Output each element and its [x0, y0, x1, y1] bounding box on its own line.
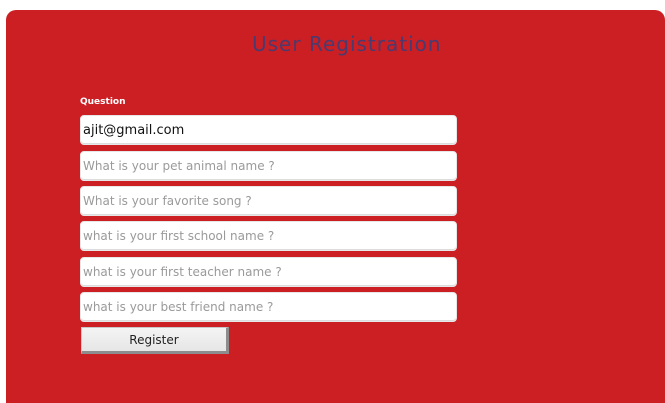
first-teacher-question-input[interactable]: [80, 257, 457, 287]
email-field[interactable]: [80, 115, 457, 145]
favorite-song-question-input[interactable]: [80, 186, 457, 216]
question-label: Question: [80, 97, 126, 107]
pet-animal-question-input[interactable]: [80, 151, 457, 181]
best-friend-question-input[interactable]: [80, 292, 457, 322]
registration-panel: User Registration Question Register: [6, 10, 665, 403]
page-title: User Registration: [252, 32, 442, 56]
register-button[interactable]: Register: [81, 327, 229, 354]
first-school-question-input[interactable]: [80, 221, 457, 251]
